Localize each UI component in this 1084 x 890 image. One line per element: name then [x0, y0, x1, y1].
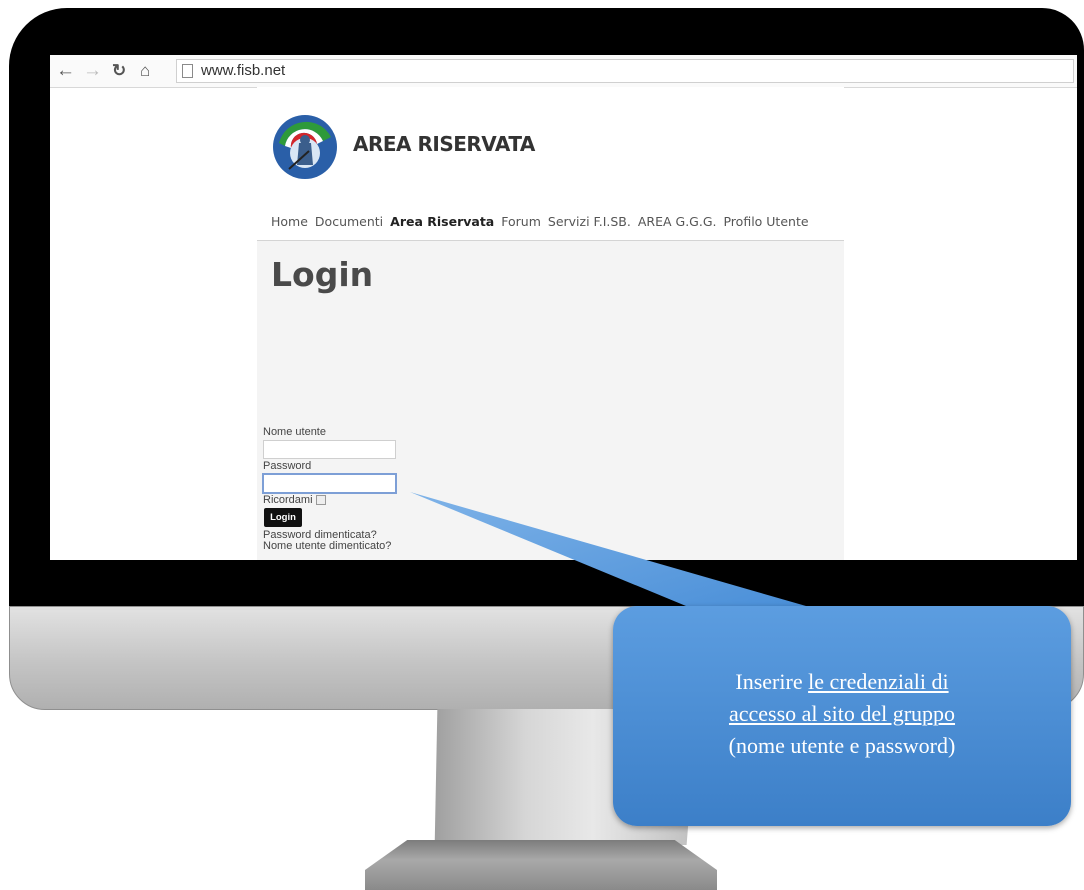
- callout-line-1: Inserire le credenziali di: [735, 669, 949, 694]
- instruction-callout: Inserire le credenziali di accesso al si…: [613, 606, 1071, 826]
- callout-line-3: (nome utente e password): [728, 733, 956, 758]
- callout-line-2: accesso al sito del gruppo: [728, 701, 956, 726]
